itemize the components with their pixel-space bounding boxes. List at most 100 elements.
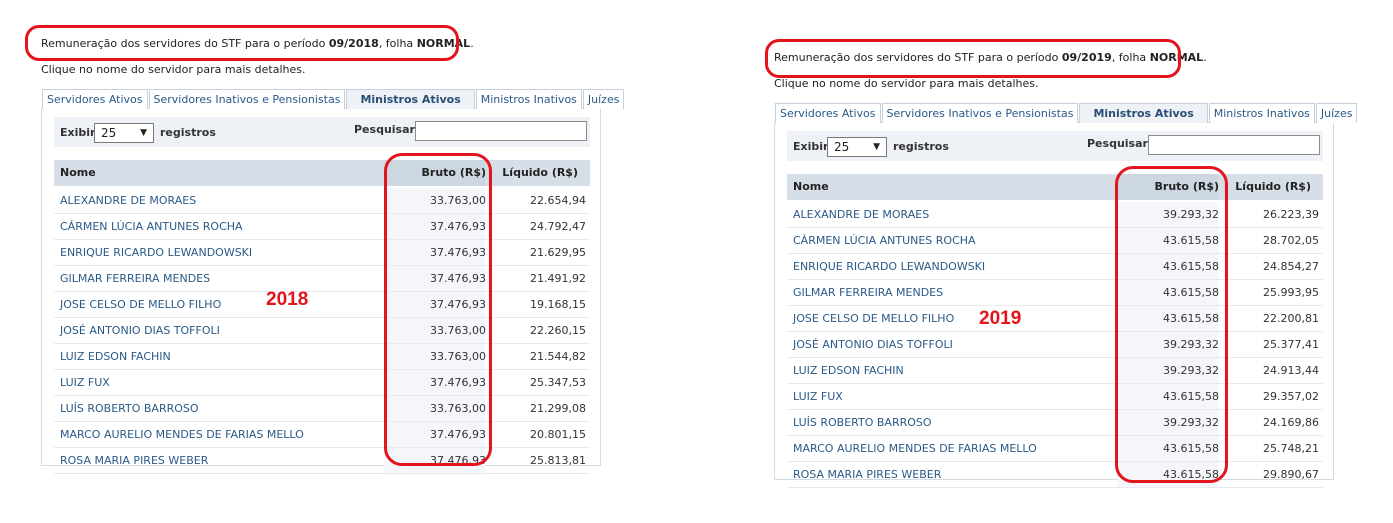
bruto-value: 33.763,00 <box>430 350 486 363</box>
table-container: Exibir 25 ▼ registros Pesquisar: Nome Br… <box>774 122 1334 488</box>
tab-servidores-ativos[interactable]: Servidores Ativos <box>42 89 148 109</box>
column-header-liquido[interactable]: Líquido (R$) <box>502 166 578 179</box>
bruto-value: 33.763,00 <box>430 194 486 207</box>
servidor-name-link[interactable]: GILMAR FERREIRA MENDES <box>60 272 210 285</box>
tab-servidores-inativos[interactable]: Servidores Inativos e Pensionistas <box>148 89 346 109</box>
period-info: Remuneração dos servidores do STF para o… <box>774 51 1207 64</box>
page-size-value: 25 <box>834 140 850 154</box>
servidor-name-link[interactable]: CÁRMEN LÚCIA ANTUNES ROCHA <box>60 220 243 233</box>
servidor-name-link[interactable]: MARCO AURELIO MENDES DE FARIAS MELLO <box>793 442 1037 455</box>
dropdown-arrow-icon: ▼ <box>873 142 880 152</box>
servidor-name-link[interactable]: LUÍS ROBERTO BARROSO <box>793 416 932 429</box>
liquido-value: 26.223,39 <box>1263 208 1319 221</box>
servidor-name-link[interactable]: MARCO AURELIO MENDES DE FARIAS MELLO <box>60 428 304 441</box>
table-row: ROSA MARIA PIRES WEBER 43.615,58 29.890,67 <box>787 462 1323 488</box>
column-header-nome[interactable]: Nome <box>60 166 96 179</box>
bruto-value: 43.615,58 <box>1163 390 1219 403</box>
servidor-name-link[interactable]: JOSE CELSO DE MELLO FILHO <box>60 298 221 311</box>
bruto-value: 37.476,93 <box>430 246 486 259</box>
column-header-liquido[interactable]: Líquido (R$) <box>1235 180 1311 193</box>
table-row: LUIZ EDSON FACHIN 33.763,00 21.544,82 <box>54 344 590 370</box>
bruto-value: 39.293,32 <box>1163 208 1219 221</box>
liquido-value: 25.347,53 <box>530 376 586 389</box>
search-label: Pesquisar: <box>1087 137 1153 150</box>
table-controls: Exibir 25 ▼ registros Pesquisar: <box>787 131 1323 161</box>
liquido-value: 22.200,81 <box>1263 312 1319 325</box>
column-header-nome[interactable]: Nome <box>793 180 829 193</box>
bruto-value: 43.615,58 <box>1163 286 1219 299</box>
table-container: Exibir 25 ▼ registros Pesquisar: Nome Br… <box>41 108 601 474</box>
liquido-value: 24.792,47 <box>530 220 586 233</box>
servidor-name-link[interactable]: ALEXANDRE DE MORAES <box>60 194 196 207</box>
servidor-name-link[interactable]: LUÍS ROBERTO BARROSO <box>60 402 199 415</box>
bruto-value: 43.615,58 <box>1163 312 1219 325</box>
table-row: JOSÉ ANTONIO DIAS TOFFOLI 39.293,32 25.377… <box>787 332 1323 358</box>
tab-juizes[interactable]: Juízes <box>582 89 625 109</box>
table-row: LUIZ FUX 43.615,58 29.357,02 <box>787 384 1323 410</box>
tab-juizes[interactable]: Juízes <box>1315 103 1358 123</box>
table-controls: Exibir 25 ▼ registros Pesquisar: <box>54 117 590 147</box>
liquido-value: 20.801,15 <box>530 428 586 441</box>
bruto-value: 43.615,58 <box>1163 234 1219 247</box>
liquido-value: 28.702,05 <box>1263 234 1319 247</box>
table-row: CÁRMEN LÚCIA ANTUNES ROCHA 37.476,93 24.79… <box>54 214 590 240</box>
column-header-bruto[interactable]: Bruto (R$) <box>1155 180 1219 193</box>
servidor-name-link[interactable]: LUIZ FUX <box>60 376 110 389</box>
servidor-name-link[interactable]: LUIZ EDSON FACHIN <box>793 364 904 377</box>
page-size-value: 25 <box>101 126 117 140</box>
liquido-value: 29.357,02 <box>1263 390 1319 403</box>
servidor-name-link[interactable]: ROSA MARIA PIRES WEBER <box>793 468 941 481</box>
column-header-bruto[interactable]: Bruto (R$) <box>422 166 486 179</box>
registros-label: registros <box>160 126 216 139</box>
bruto-value: 37.476,93 <box>430 220 486 233</box>
bruto-value: 37.476,93 <box>430 272 486 285</box>
servidor-name-link[interactable]: ENRIQUE RICARDO LEWANDOWSKI <box>60 246 252 259</box>
liquido-value: 29.890,67 <box>1263 468 1319 481</box>
folha-value: NORMAL <box>1149 51 1204 64</box>
bruto-value: 39.293,32 <box>1163 338 1219 351</box>
bruto-value: 37.476,93 <box>430 298 486 311</box>
tab-ministros-inativos[interactable]: Ministros Inativos <box>475 89 582 109</box>
servidor-name-link[interactable]: JOSÉ ANTONIO DIAS TOFFOLI <box>60 324 220 337</box>
servidor-name-link[interactable]: JOSÉ ANTONIO DIAS TOFFOLI <box>793 338 953 351</box>
year-label-2019: 2019 <box>979 308 1022 329</box>
tab-ministros-ativos[interactable]: Ministros Ativos <box>346 89 475 109</box>
table-header: Nome Bruto (R$) Líquido (R$) <box>787 174 1323 200</box>
bruto-value: 43.615,58 <box>1163 468 1219 481</box>
tab-servidores-inativos[interactable]: Servidores Inativos e Pensionistas <box>881 103 1079 123</box>
bruto-value: 37.476,93 <box>430 376 486 389</box>
servidor-name-link[interactable]: ENRIQUE RICARDO LEWANDOWSKI <box>793 260 985 273</box>
servidor-name-link[interactable]: CÁRMEN LÚCIA ANTUNES ROCHA <box>793 234 976 247</box>
table-row: LUÍS ROBERTO BARROSO 33.763,00 21.299,08 <box>54 396 590 422</box>
servidor-name-link[interactable]: ALEXANDRE DE MORAES <box>793 208 929 221</box>
bruto-value: 33.763,00 <box>430 324 486 337</box>
dropdown-arrow-icon: ▼ <box>140 128 147 138</box>
liquido-value: 21.544,82 <box>530 350 586 363</box>
page-size-select[interactable]: 25 ▼ <box>827 137 887 157</box>
folha-value: NORMAL <box>416 37 471 50</box>
servidor-name-link[interactable]: GILMAR FERREIRA MENDES <box>793 286 943 299</box>
search-label: Pesquisar: <box>354 123 420 136</box>
table-row: MARCO AURELIO MENDES DE FARIAS MELLO 37.4… <box>54 422 590 448</box>
servidor-name-link[interactable]: LUIZ FUX <box>793 390 843 403</box>
page-size-select[interactable]: 25 ▼ <box>94 123 154 143</box>
liquido-value: 25.813,81 <box>530 454 586 467</box>
servidor-name-link[interactable]: ROSA MARIA PIRES WEBER <box>60 454 208 467</box>
period-value: 09/2019 <box>1061 51 1112 64</box>
liquido-value: 21.299,08 <box>530 402 586 415</box>
exibir-label: Exibir <box>60 126 96 139</box>
tab-servidores-ativos[interactable]: Servidores Ativos <box>775 103 881 123</box>
liquido-value: 19.168,15 <box>530 298 586 311</box>
servidor-name-link[interactable]: JOSE CELSO DE MELLO FILHO <box>793 312 954 325</box>
search-input[interactable] <box>1148 135 1320 155</box>
bruto-value: 43.615,58 <box>1163 260 1219 273</box>
tab-ministros-inativos[interactable]: Ministros Inativos <box>1208 103 1315 123</box>
table-row: ROSA MARIA PIRES WEBER 37.476,93 25.813,81 <box>54 448 590 474</box>
table-row: LUIZ EDSON FACHIN 39.293,32 24.913,44 <box>787 358 1323 384</box>
tab-bar: Servidores Ativos Servidores Inativos e … <box>42 89 625 109</box>
search-input[interactable] <box>415 121 587 141</box>
table-row: ENRIQUE RICARDO LEWANDOWSKI 37.476,93 21.6… <box>54 240 590 266</box>
bruto-value: 39.293,32 <box>1163 364 1219 377</box>
servidor-name-link[interactable]: LUIZ EDSON FACHIN <box>60 350 171 363</box>
tab-ministros-ativos[interactable]: Ministros Ativos <box>1079 103 1208 123</box>
